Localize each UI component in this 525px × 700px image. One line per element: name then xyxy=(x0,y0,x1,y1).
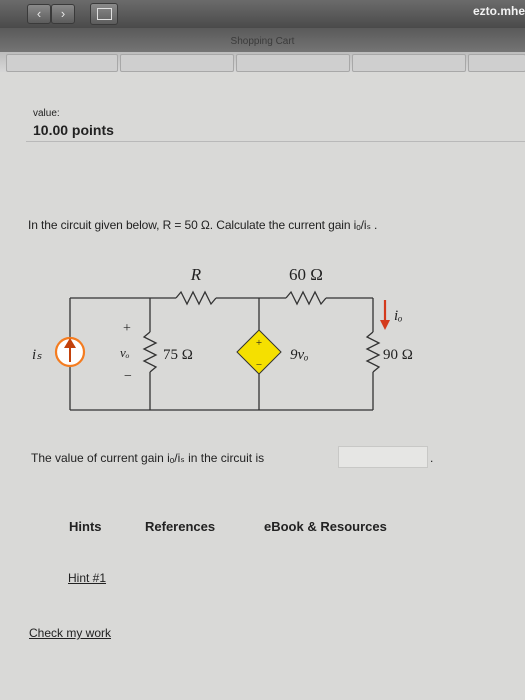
dep-plus-sign: + xyxy=(256,337,262,349)
vo-minus-sign: − xyxy=(124,369,132,384)
dep-minus-sign: − xyxy=(256,359,262,371)
answer-input[interactable] xyxy=(338,446,428,468)
answer-prompt: The value of current gain iₒ/iₛ in the c… xyxy=(31,451,265,465)
vo-plus-sign: + xyxy=(123,321,131,336)
forward-button[interactable]: › xyxy=(51,4,75,24)
browser-tab-1[interactable] xyxy=(6,54,118,72)
resistor-90 xyxy=(365,331,381,373)
tab-bar: Shopping Cart xyxy=(0,28,525,72)
tab-references[interactable]: References xyxy=(145,519,215,534)
r90-label: 90 Ω xyxy=(383,347,413,363)
back-button[interactable]: ‹ xyxy=(27,4,51,24)
tab-ebook-resources[interactable]: eBook & Resources xyxy=(264,519,387,534)
tab-strip xyxy=(0,52,525,72)
r60-label: 60 Ω xyxy=(289,265,323,284)
question-prompt: In the circuit given below, R = 50 Ω. Ca… xyxy=(28,218,378,232)
url-bar[interactable]: ezto.mhe xyxy=(473,4,525,18)
answer-period: . xyxy=(430,451,434,465)
resistor-75 xyxy=(142,331,158,373)
value-label: value: xyxy=(33,108,60,119)
browser-tab-5[interactable] xyxy=(468,54,525,72)
circuit-diagram: + − R 60 Ω 75 Ω 90 Ω iₛ + vₒ − 9vₒ iₒ xyxy=(32,265,413,411)
check-my-work-link[interactable]: Check my work xyxy=(29,626,111,640)
source-label: iₛ xyxy=(32,347,42,363)
r75-label: 75 Ω xyxy=(163,347,193,363)
browser-tab-4[interactable] xyxy=(352,54,466,72)
browser-tab-2[interactable] xyxy=(120,54,234,72)
io-label: iₒ xyxy=(394,308,402,324)
points-value: 10.00 points xyxy=(33,122,114,138)
io-arrowhead xyxy=(380,320,390,330)
resistor-r xyxy=(175,290,217,306)
vo-label: vₒ xyxy=(120,345,130,360)
r-label: R xyxy=(190,265,202,284)
window-title: Shopping Cart xyxy=(230,36,295,47)
sidebar-toggle-button[interactable] xyxy=(90,3,118,25)
tab-hints[interactable]: Hints xyxy=(69,519,102,534)
resistor-60 xyxy=(285,290,327,306)
forward-icon: › xyxy=(60,6,66,21)
header-divider xyxy=(26,141,525,142)
sidebar-icon xyxy=(97,8,112,20)
hint-1-link[interactable]: Hint #1 xyxy=(68,571,106,585)
browser-toolbar: ‹ › ezto.mhe xyxy=(0,0,525,28)
browser-tab-3[interactable] xyxy=(236,54,350,72)
dep-source-label: 9vₒ xyxy=(290,347,308,363)
back-icon: ‹ xyxy=(36,6,42,21)
